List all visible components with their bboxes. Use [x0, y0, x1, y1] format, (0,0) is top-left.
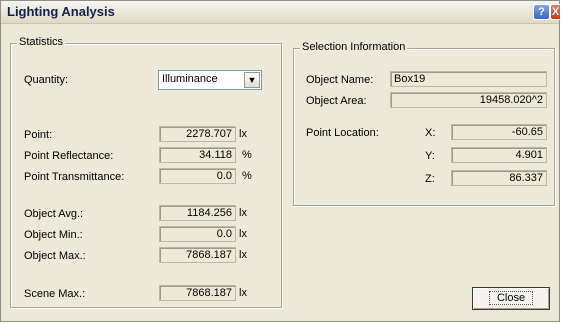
selection-legend: Selection Information [300, 41, 408, 53]
object-avg-unit: lx [239, 207, 247, 219]
selection-information-group: Selection Information Object Name: Box19… [293, 41, 555, 206]
scene-max-label: Scene Max.: [24, 288, 86, 300]
scene-max-unit: lx [239, 287, 247, 299]
x-value: -60.65 [451, 124, 547, 140]
object-min-value: 0.0 [159, 226, 236, 242]
point-value: 2278.707 [159, 126, 236, 142]
point-reflectance-unit: % [242, 149, 252, 161]
object-min-label: Object Min.: [24, 229, 83, 241]
title-close-button[interactable]: X [550, 4, 561, 20]
y-label: Y: [425, 150, 435, 162]
close-button[interactable]: Close [472, 287, 550, 310]
z-label: Z: [425, 173, 435, 185]
object-max-value: 7868.187 [159, 247, 236, 263]
statistics-legend: Statistics [17, 36, 66, 48]
point-reflectance-label: Point Reflectance: [24, 150, 114, 162]
point-location-label: Point Location: [306, 127, 379, 139]
object-name-value: Box19 [390, 71, 547, 87]
point-transmittance-value: 0.0 [159, 168, 236, 184]
point-unit: lx [239, 128, 247, 140]
point-reflectance-value: 34.118 [159, 147, 236, 163]
lighting-analysis-window: Lighting Analysis ? X Statistics Quantit… [0, 0, 561, 322]
chevron-down-icon[interactable]: ▼ [244, 72, 260, 88]
x-label: X: [425, 127, 436, 139]
object-max-label: Object Max.: [24, 250, 86, 262]
z-value: 86.337 [451, 170, 547, 186]
statistics-group: Statistics Quantity: Illuminance ▼ Point… [10, 36, 282, 308]
help-button[interactable]: ? [533, 4, 550, 20]
object-avg-value: 1184.256 [159, 205, 236, 221]
point-transmittance-unit: % [242, 170, 252, 182]
object-avg-label: Object Avg.: [24, 208, 84, 220]
quantity-dropdown[interactable]: Illuminance ▼ [158, 70, 262, 90]
object-max-unit: lx [239, 249, 247, 261]
object-min-unit: lx [239, 228, 247, 240]
close-button-label: Close [488, 291, 534, 305]
scene-max-value: 7868.187 [159, 285, 236, 301]
quantity-label: Quantity: [24, 74, 69, 86]
window-title: Lighting Analysis [7, 4, 115, 19]
object-area-value: 19458.020^2 [390, 92, 547, 108]
object-name-label: Object Name: [306, 74, 374, 86]
y-value: 4.901 [451, 147, 547, 163]
point-label: Point: [24, 129, 53, 141]
quantity-selected-value: Illuminance [162, 73, 218, 85]
point-transmittance-label: Point Transmittance: [24, 171, 125, 183]
title-bar[interactable]: Lighting Analysis ? X [1, 1, 561, 24]
object-area-label: Object Area: [306, 95, 367, 107]
